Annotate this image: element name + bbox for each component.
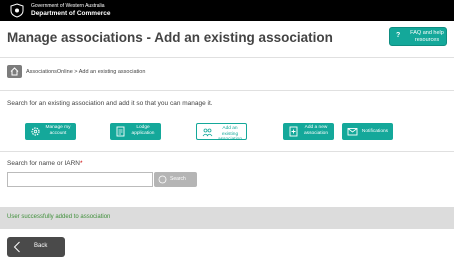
- add-document-icon: [289, 126, 298, 137]
- government-name: Government of Western Australia: [31, 3, 105, 9]
- gear-icon: [31, 127, 40, 136]
- top-banner: Government of Western Australia Departme…: [0, 0, 454, 21]
- page-title: Manage associations - Add an existing as…: [7, 30, 333, 45]
- tile-add-new-association[interactable]: Add a new association: [283, 123, 334, 140]
- tile-label: Lodge application: [131, 125, 155, 136]
- faq-help-label: FAQ and help resources: [410, 30, 444, 43]
- back-button[interactable]: Back: [7, 237, 65, 257]
- wa-crest-icon: [10, 3, 24, 18]
- search-button[interactable]: Search: [154, 172, 197, 187]
- search-label-text: Search for name or IARN: [7, 160, 80, 167]
- home-icon: [10, 67, 19, 76]
- search-input[interactable]: [7, 172, 153, 187]
- tile-label: Add a new association: [304, 125, 328, 136]
- department-name: Department of Commerce: [31, 10, 111, 17]
- tile-label: Manage my account: [45, 125, 71, 136]
- chevron-left-icon: [13, 241, 20, 253]
- search-button-label: Search: [170, 176, 186, 182]
- success-message: User successfully added to association: [7, 214, 111, 220]
- tile-notifications[interactable]: Notifications: [342, 123, 393, 140]
- search-label: Search for name or IARN*: [7, 160, 83, 167]
- tile-label: Add an existing association: [218, 126, 242, 142]
- home-button[interactable]: [7, 65, 22, 78]
- intro-text: Search for an existing association and a…: [7, 100, 213, 107]
- divider: [0, 151, 454, 152]
- tile-lodge-application[interactable]: Lodge application: [110, 123, 161, 140]
- tile-manage-my-account[interactable]: Manage my account: [25, 123, 76, 140]
- divider: [0, 57, 454, 58]
- back-button-label: Back: [34, 243, 48, 249]
- required-mark: *: [79, 160, 83, 167]
- divider: [0, 90, 454, 91]
- tile-add-existing-association[interactable]: Add an existing association: [196, 123, 247, 142]
- people-icon: [202, 128, 213, 137]
- question-icon: ?: [396, 32, 401, 39]
- search-icon: [158, 175, 167, 184]
- faq-help-button[interactable]: ? FAQ and help resources: [389, 27, 447, 46]
- document-icon: [116, 126, 125, 137]
- status-bar: User successfully added to association: [0, 207, 454, 229]
- breadcrumb[interactable]: AssociationsOnline > Add an existing ass…: [26, 69, 145, 75]
- envelope-icon: [347, 128, 358, 136]
- tile-label: Notifications: [361, 128, 389, 134]
